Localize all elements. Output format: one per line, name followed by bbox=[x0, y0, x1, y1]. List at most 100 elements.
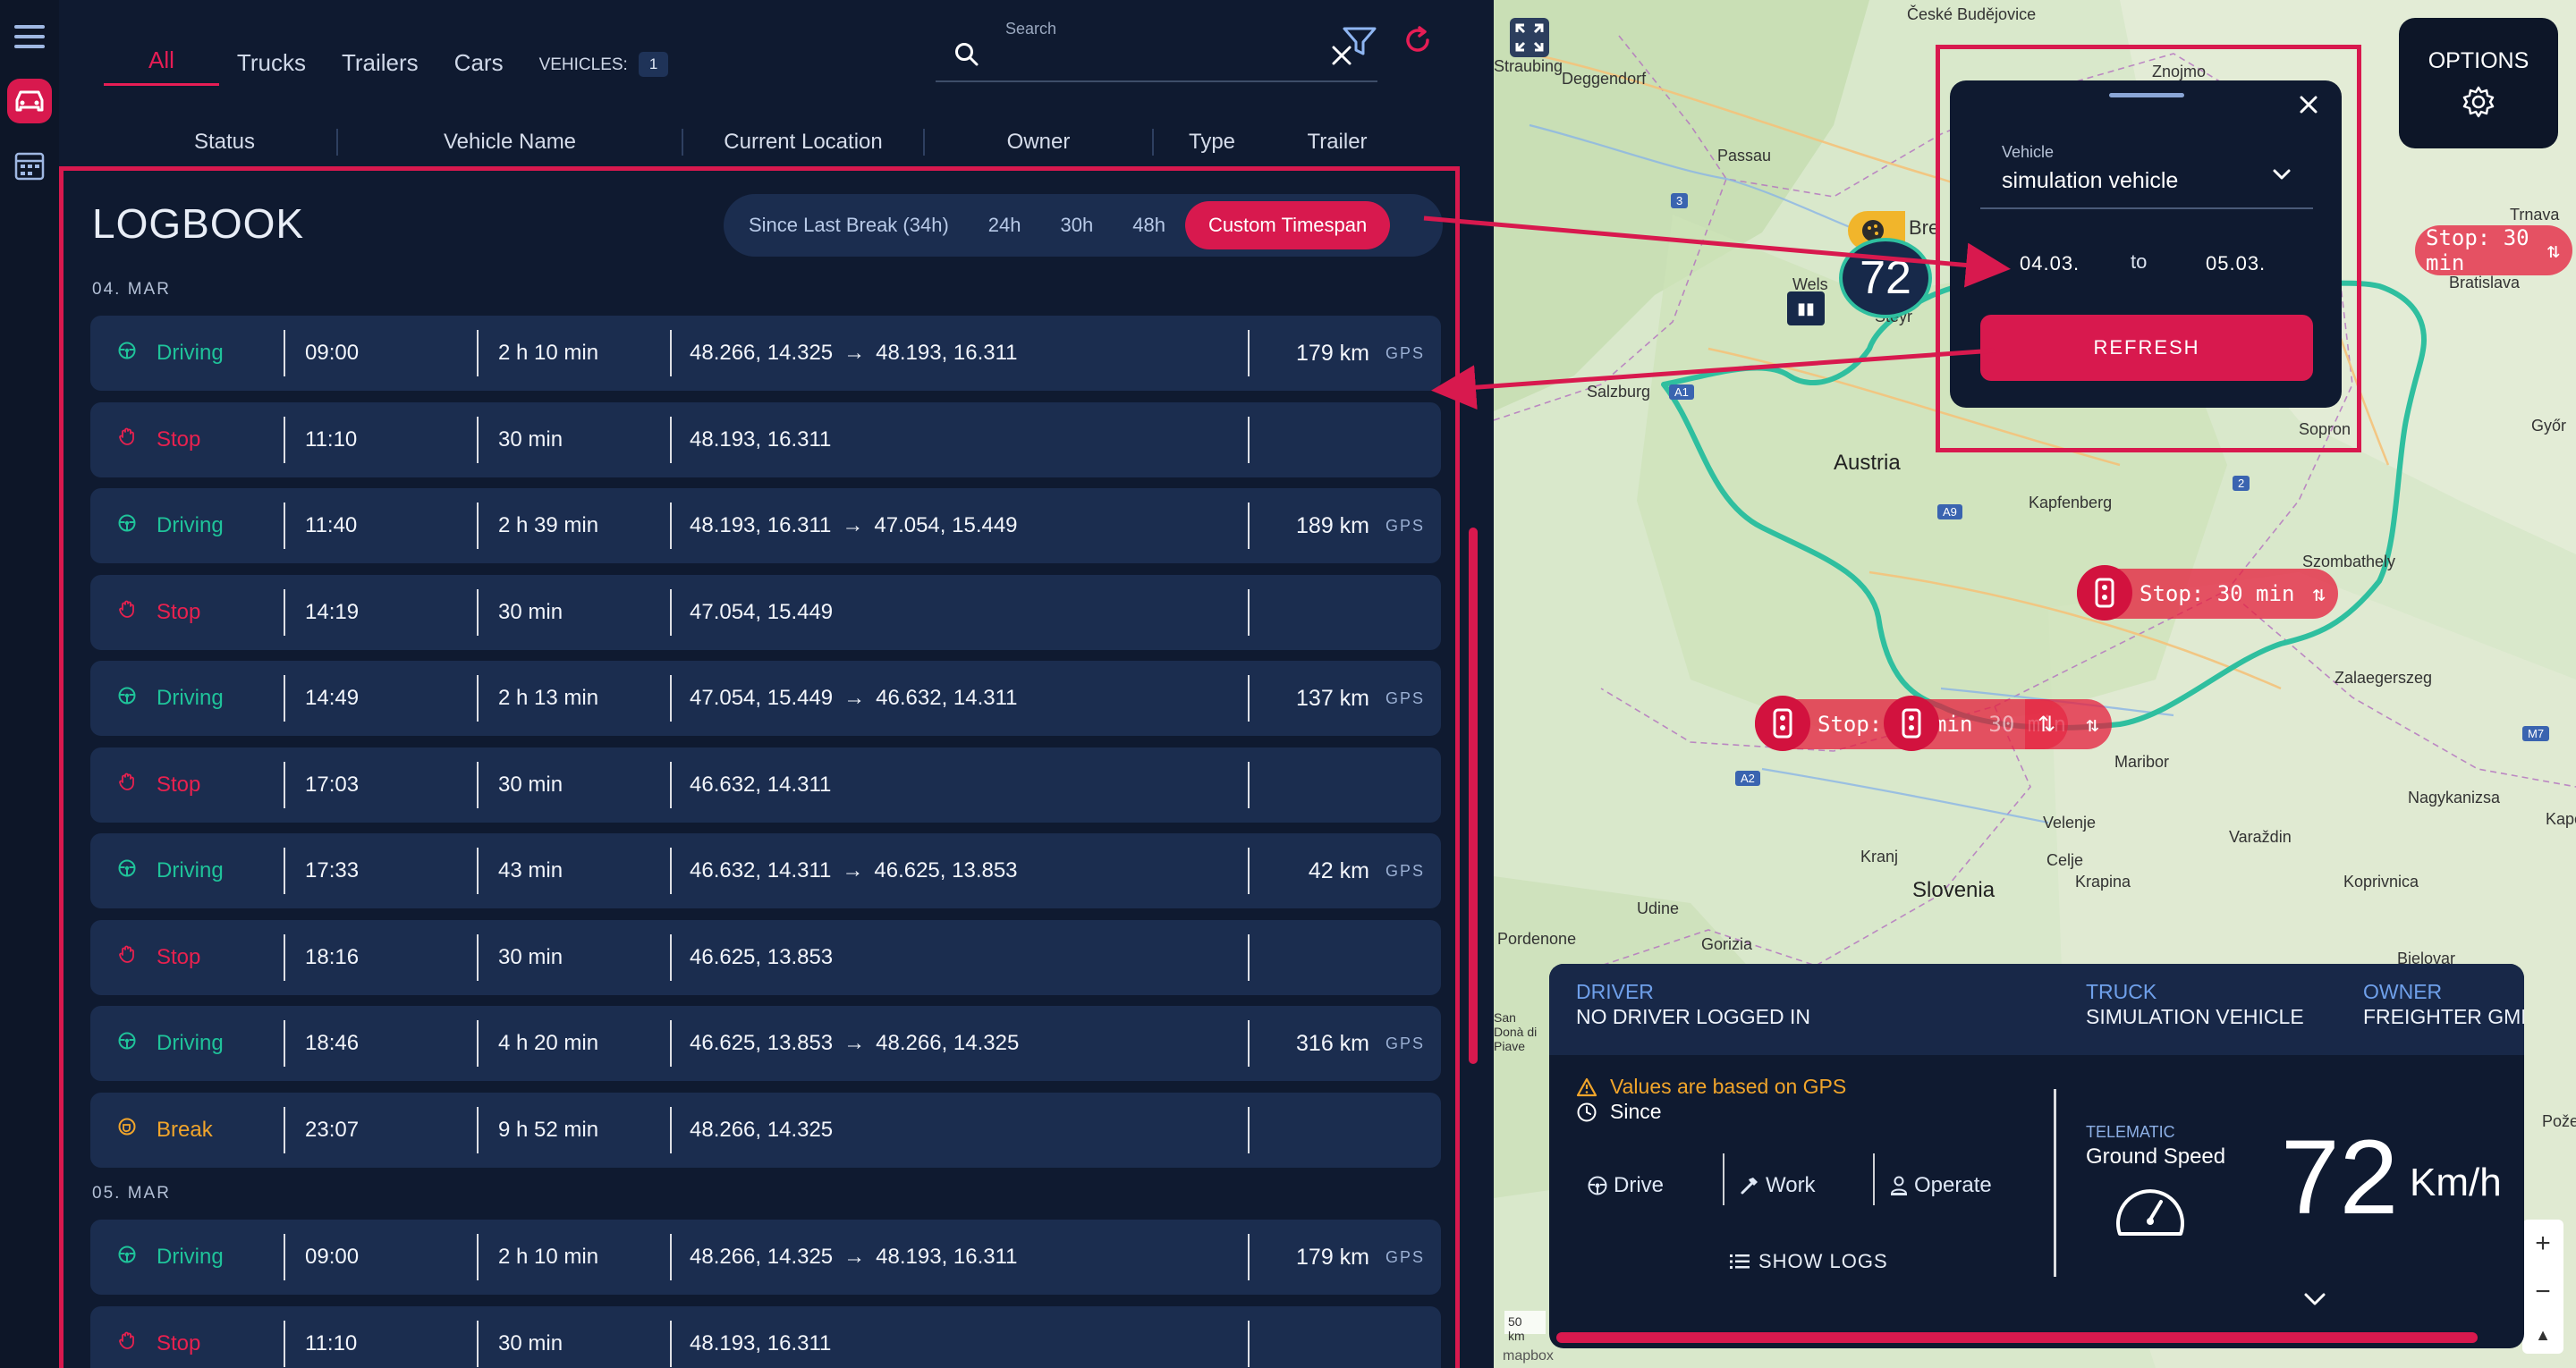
logbook-entry[interactable]: Stop 17:03 30 min 46.632, 14.311 bbox=[90, 747, 1441, 823]
search-label: Search bbox=[1005, 20, 1057, 38]
show-logs-button[interactable]: SHOW LOGS bbox=[1730, 1250, 1888, 1273]
map-label: Passau bbox=[1717, 147, 1772, 165]
entry-status-label: Stop bbox=[157, 772, 201, 797]
entry-time: 09:00 bbox=[305, 341, 360, 365]
tab-trailers[interactable]: Trailers bbox=[324, 36, 436, 86]
column-owner[interactable]: Owner bbox=[925, 130, 1152, 155]
date-range-separator: to bbox=[2131, 250, 2148, 273]
logbook-entry[interactable]: Driving 11:40 2 h 39 min 48.193, 16.311 → 47.… bbox=[90, 488, 1441, 563]
tab-trucks[interactable]: Trucks bbox=[219, 36, 324, 86]
vehicle-select-underline bbox=[1980, 207, 2313, 209]
logbook-entry[interactable]: Break 23:07 9 h 52 min 48.266, 14.325 bbox=[90, 1092, 1441, 1168]
logbook-scrollbar[interactable] bbox=[1469, 528, 1478, 1064]
entry-duration: 9 h 52 min bbox=[498, 1117, 599, 1142]
logbook-entry[interactable]: Driving 09:00 2 h 10 min 48.266, 14.325 → 48.… bbox=[90, 316, 1441, 391]
logbook-entry[interactable]: Driving 18:46 4 h 20 min 46.625, 13.853 → 48.… bbox=[90, 1006, 1441, 1081]
logbook-entry[interactable]: Stop 11:10 30 min 48.193, 16.311 bbox=[90, 1305, 1441, 1368]
zoom-in-button[interactable]: + bbox=[2535, 1229, 2551, 1259]
entry-divider bbox=[284, 761, 285, 808]
vehicle-select[interactable]: simulation vehicle bbox=[2002, 168, 2178, 194]
chevron-down-icon[interactable] bbox=[2301, 1289, 2329, 1309]
timespan-24h[interactable]: 24h bbox=[969, 201, 1041, 249]
stop-pin-icon[interactable] bbox=[1884, 696, 1939, 751]
map-label: Kapo bbox=[2546, 810, 2576, 828]
map-scale: 50 km bbox=[1504, 1311, 1546, 1343]
entry-divider bbox=[284, 416, 285, 463]
entry-source: GPS bbox=[1385, 1247, 1425, 1266]
entry-duration: 2 h 39 min bbox=[498, 513, 599, 537]
expand-map-icon[interactable] bbox=[1508, 16, 1551, 59]
entry-status: Stop bbox=[90, 426, 284, 452]
entry-divider bbox=[1248, 1106, 1250, 1153]
activity-work[interactable]: Work bbox=[1739, 1173, 1816, 1198]
column-vehicle-name[interactable]: Vehicle Name bbox=[338, 130, 682, 155]
owner-value: FREIGHTER GMB bbox=[2363, 1005, 2524, 1028]
column-trailer[interactable]: Trailer bbox=[1270, 130, 1404, 155]
timespan-30h[interactable]: 30h bbox=[1041, 201, 1114, 249]
tab-all[interactable]: All bbox=[104, 36, 219, 86]
logbook-entry[interactable]: Stop 11:10 30 min 48.193, 16.311 bbox=[90, 401, 1441, 477]
activity-drive[interactable]: Drive bbox=[1587, 1173, 1664, 1198]
compass-button[interactable]: ▲ bbox=[2535, 1326, 2551, 1345]
map-label: Zalaegerszeg bbox=[2334, 669, 2433, 687]
entry-status-label: Driving bbox=[157, 513, 224, 537]
clock-icon bbox=[1577, 1102, 1597, 1121]
timespan-48h[interactable]: 48h bbox=[1113, 201, 1185, 249]
zoom-out-button[interactable]: − bbox=[2535, 1277, 2551, 1307]
activity-work-label: Work bbox=[1766, 1173, 1816, 1197]
refresh-button[interactable]: REFRESH bbox=[1980, 315, 2313, 381]
column-status[interactable]: Status bbox=[113, 130, 336, 155]
stop-pin-icon bbox=[2077, 565, 2132, 621]
close-icon[interactable] bbox=[2297, 93, 2320, 116]
search-input[interactable] bbox=[1005, 43, 1309, 75]
map-label: Varaždin bbox=[2229, 828, 2292, 846]
entry-duration: 30 min bbox=[498, 599, 564, 624]
logbook-entry[interactable]: Stop 18:16 30 min 46.625, 13.853 bbox=[90, 919, 1441, 995]
speed-badge[interactable]: 72 bbox=[1839, 238, 1932, 318]
tab-cars[interactable]: Cars bbox=[436, 36, 521, 86]
mapbox-attribution[interactable]: mapbox bbox=[1503, 1348, 1554, 1364]
stop-marker[interactable]: Stop: 30 min ⇅ bbox=[2077, 565, 2338, 621]
logbook-entry[interactable]: Driving 17:33 43 min 46.632, 14.311 → 46.625,… bbox=[90, 833, 1441, 908]
entry-status: Driving bbox=[90, 858, 284, 884]
date-from-field[interactable]: 04.03. bbox=[2020, 252, 2080, 275]
timespan-custom[interactable]: Custom Timespan bbox=[1184, 201, 1391, 249]
road-shield: 2 bbox=[2233, 476, 2250, 491]
vehicle-panel: All Trucks Trailers Cars VEHICLES: 1 Sea… bbox=[59, 0, 1494, 1368]
entry-location-from: 46.625, 13.853 bbox=[690, 944, 834, 969]
map-label: Pordenone bbox=[1497, 930, 1577, 948]
show-logs-label: SHOW LOGS bbox=[1758, 1250, 1888, 1272]
filter-icon[interactable] bbox=[1342, 25, 1377, 57]
entry-status: Driving bbox=[90, 341, 284, 367]
date-to-field[interactable]: 05.03. bbox=[2206, 252, 2266, 275]
entry-source: GPS bbox=[1385, 343, 1425, 362]
options-button[interactable]: OPTIONS bbox=[2399, 18, 2558, 148]
entry-duration: 30 min bbox=[498, 1330, 564, 1355]
activity-operate[interactable]: Operate bbox=[1889, 1173, 1992, 1198]
entry-time: 14:49 bbox=[305, 686, 360, 710]
entry-divider bbox=[477, 1320, 479, 1367]
logbook-entry[interactable]: Driving 14:49 2 h 13 min 47.054, 15.449 → 46.… bbox=[90, 661, 1441, 736]
entry-divider bbox=[670, 330, 672, 376]
entry-location-to: 48.193, 16.311 bbox=[876, 341, 1018, 365]
map-label: Austria bbox=[1834, 451, 1901, 475]
timespan-since-last-break[interactable]: Since Last Break (34h) bbox=[729, 201, 969, 249]
arrow-right-icon: → bbox=[843, 341, 866, 365]
expand-arrows-icon: ⇅ bbox=[2086, 712, 2099, 737]
menu-button[interactable] bbox=[7, 14, 52, 59]
column-current-location[interactable]: Current Location bbox=[683, 130, 923, 155]
calendar-nav-button[interactable] bbox=[7, 143, 52, 188]
stop-marker[interactable]: Stop: 30 min ⇅ bbox=[2415, 225, 2572, 275]
logbook-entry[interactable]: Driving 09:00 2 h 10 min 48.266, 14.325 → 48.… bbox=[90, 1220, 1441, 1295]
vehicle-info-card: DRIVER NO DRIVER LOGGED IN TRUCK SIMULAT… bbox=[1549, 964, 2524, 1348]
gps-warning-text: Values are based on GPS bbox=[1610, 1075, 1847, 1098]
entry-divider bbox=[284, 1106, 285, 1153]
chevron-down-icon[interactable] bbox=[2270, 163, 2293, 186]
vehicles-nav-button[interactable] bbox=[7, 79, 52, 123]
refresh-icon[interactable] bbox=[1402, 25, 1433, 55]
drag-handle[interactable] bbox=[2109, 93, 2184, 97]
entry-location: 47.054, 15.449 bbox=[672, 600, 1248, 625]
logbook-entry[interactable]: Stop 14:19 30 min 47.054, 15.449 bbox=[90, 574, 1441, 650]
column-type[interactable]: Type bbox=[1154, 130, 1270, 155]
entry-divider bbox=[284, 1234, 285, 1280]
